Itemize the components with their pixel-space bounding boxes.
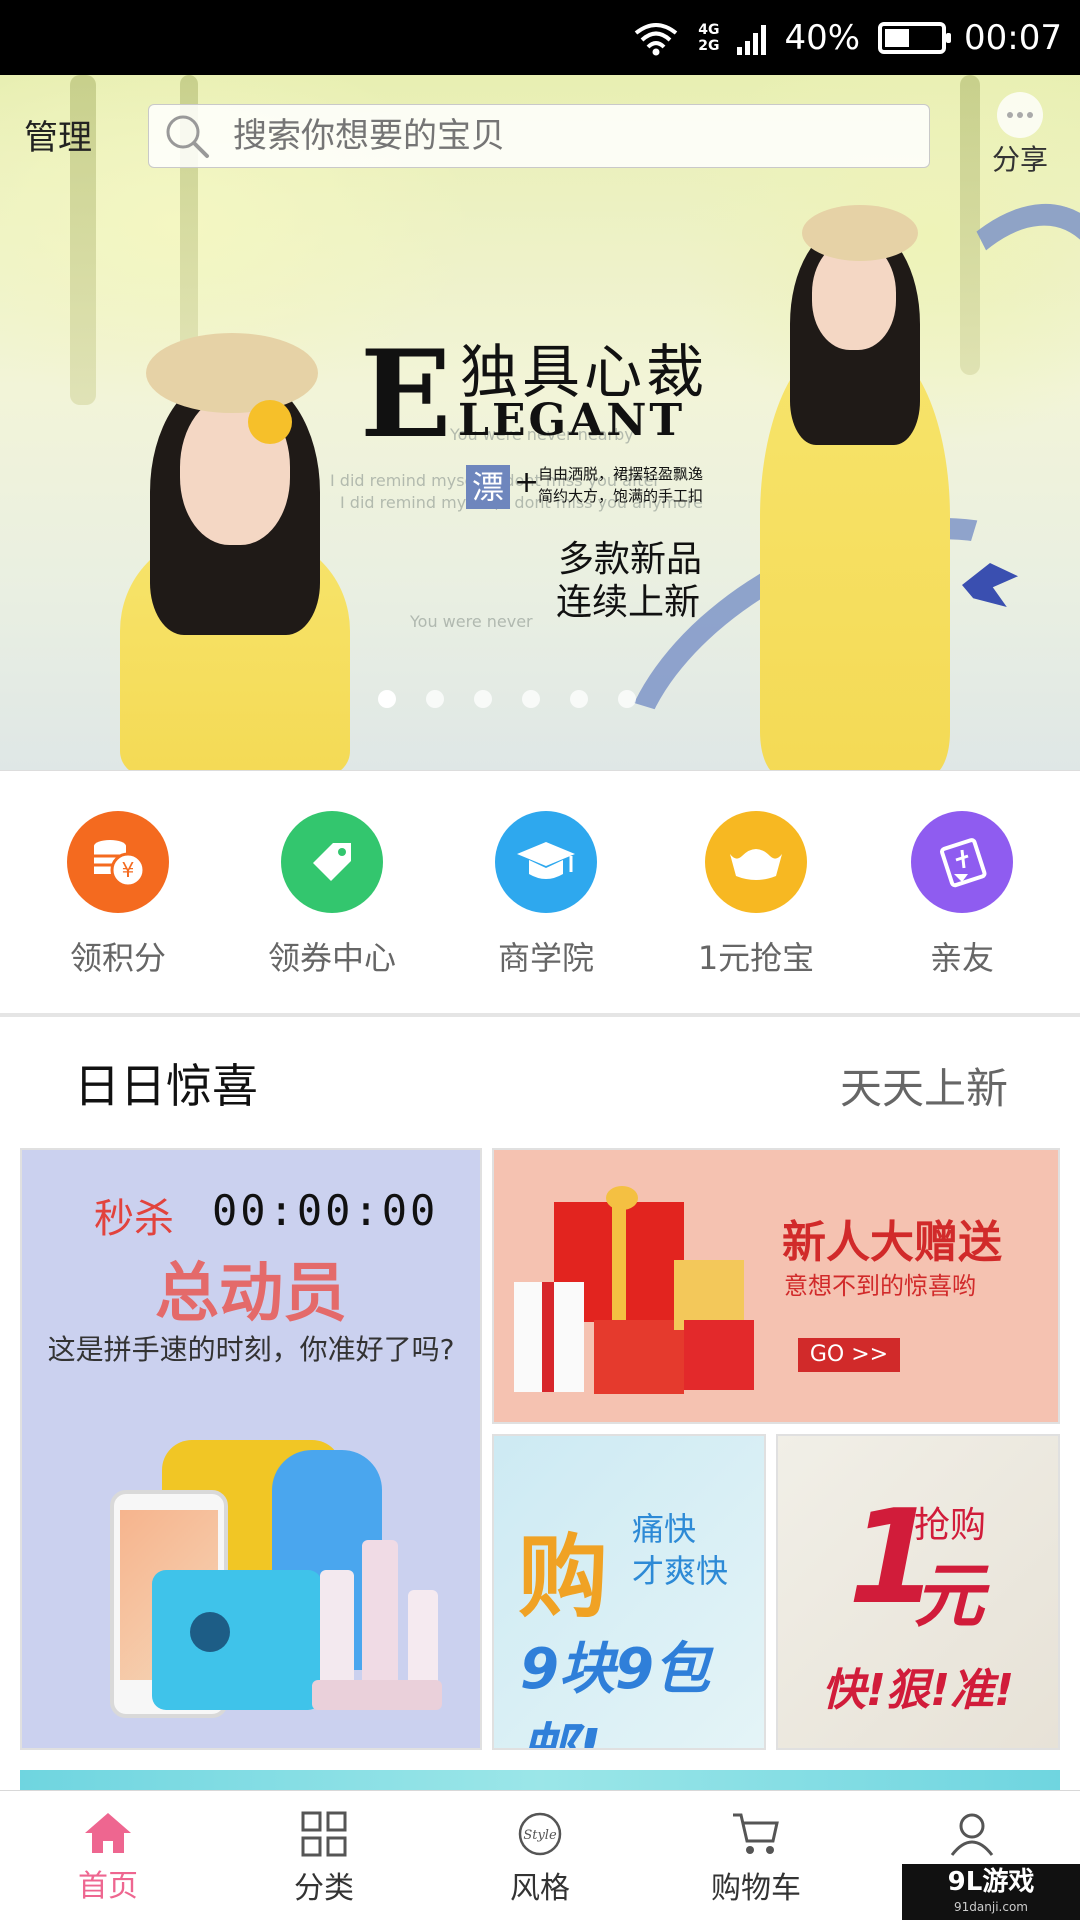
banner-plus: + — [514, 465, 540, 500]
manage-button[interactable]: 管理 — [24, 110, 92, 159]
new-user-gift-card[interactable]: 新人大赠送 意想不到的惊喜哟 GO >> — [492, 1148, 1060, 1424]
menu-item-points[interactable]: ¥ 领积分 — [18, 811, 218, 979]
banner-small-lines: 自由洒脱，裙摆轻盈飘逸 简约大方，饱满的手工扣 — [538, 463, 703, 507]
tab-cart[interactable]: 购物车 — [648, 1791, 864, 1921]
section-more-link[interactable]: 天天上新 — [840, 1055, 1008, 1116]
menu-item-academy[interactable]: 商学院 — [446, 811, 646, 979]
banner-small-line: 自由洒脱，裙摆轻盈飘逸 — [538, 465, 704, 483]
tab-label: 风格 — [510, 1871, 570, 1906]
share-label: 分享 — [991, 143, 1048, 176]
nine-nine-card[interactable]: 购 痛快 才爽快 9块9包邮! — [492, 1434, 766, 1750]
nine-nine-line: 痛快 — [632, 1510, 697, 1548]
cart-icon — [733, 1813, 779, 1854]
gift-title: 新人大赠送 — [782, 1217, 1002, 1268]
carousel-dot[interactable] — [618, 690, 636, 708]
one-yuan-card[interactable]: 1 抢购 元 快!狠!准! — [776, 1434, 1060, 1750]
flash-sale-description: 这是拼手速的时刻，你准好了吗? — [47, 1333, 455, 1366]
flash-sale-label: 秒杀 — [94, 1196, 174, 1242]
nine-nine-line: 才爽快 — [632, 1552, 729, 1590]
tab-label: 购物车 — [711, 1871, 801, 1906]
menu-item-label: 亲友 — [929, 939, 994, 977]
coins-yen-icon: ¥ — [67, 811, 169, 913]
banner-big-letter: E — [360, 324, 452, 465]
battery-percent: 40% — [784, 17, 861, 58]
banner-word: LEGANT — [458, 395, 686, 446]
carousel-dot[interactable] — [522, 690, 540, 708]
carousel-dot[interactable] — [570, 690, 588, 708]
tab-home[interactable]: 首页 — [0, 1791, 216, 1921]
search-bar[interactable] — [148, 104, 930, 168]
tab-label: 分类 — [294, 1871, 354, 1906]
home-icon — [85, 1813, 131, 1853]
carousel-dot[interactable] — [378, 690, 396, 708]
section-title: 日日惊喜 — [74, 1059, 258, 1113]
menu-item-label: 商学院 — [497, 939, 594, 977]
tab-style[interactable]: Style 风格 — [432, 1791, 648, 1921]
carousel-dot[interactable] — [426, 690, 444, 708]
svg-text:¥: ¥ — [122, 858, 135, 882]
tab-label: 首页 — [78, 1869, 138, 1904]
menu-item-label: 领券中心 — [267, 939, 396, 977]
status-bar: 4G 2G 40% 00:07 — [0, 0, 1080, 75]
search-icon — [166, 115, 209, 158]
share-button[interactable]: 分享 — [990, 92, 1050, 178]
gold-ingot-icon — [705, 811, 807, 913]
style-icon: Style — [518, 1812, 562, 1856]
search-input[interactable] — [233, 116, 883, 156]
quick-menu: ¥ 领积分 领券中心 商学院 1元抢宝 亲友 — [0, 770, 1080, 1015]
banner-small-line: 简约大方，饱满的手工扣 — [538, 487, 704, 505]
menu-item-one-yuan[interactable]: 1元抢宝 — [656, 811, 856, 979]
gift-subtitle: 意想不到的惊喜哟 — [784, 1272, 976, 1300]
grid-icon — [301, 1811, 347, 1857]
status-icons: 4G 2G 40% 00:07 — [632, 10, 1062, 65]
signal-icon — [737, 21, 767, 55]
menu-item-label: 领积分 — [69, 939, 166, 977]
flash-sale-card[interactable]: 秒杀 00:00:00 总动员 这是拼手速的时刻，你准好了吗? — [20, 1148, 482, 1750]
watermark-url: 91danji.com — [954, 1900, 1028, 1914]
tag-icon — [281, 811, 383, 913]
wifi-icon — [634, 22, 678, 55]
svg-text:Style: Style — [523, 1828, 557, 1843]
menu-item-label: 1元抢宝 — [697, 939, 815, 977]
go-button[interactable]: GO >> — [798, 1338, 900, 1372]
menu-item-friends[interactable]: 亲友 — [862, 811, 1062, 979]
banner-carousel[interactable]: You were never nearby I did remind mysel… — [0, 75, 1080, 770]
one-yuan-slogan: 快!狠!准! — [821, 1665, 1015, 1716]
carousel-indicator[interactable] — [378, 690, 636, 708]
section-divider — [0, 1013, 1080, 1017]
flash-sale-headline: 总动员 — [155, 1257, 347, 1331]
nine-nine-price: 9块9包邮! — [520, 1637, 710, 1748]
gift-card-icon — [911, 811, 1013, 913]
network-bottom: 2G — [698, 37, 720, 54]
flower-icon — [248, 400, 292, 444]
countdown-timer: 00:00:00 — [212, 1186, 439, 1235]
watermark-title: 9L游戏 — [947, 1867, 1035, 1897]
tab-category[interactable]: 分类 — [216, 1791, 432, 1921]
graduation-cap-icon — [495, 811, 597, 913]
network-type: 4G 2G — [698, 22, 719, 54]
carousel-dot[interactable] — [474, 690, 492, 708]
battery-icon — [878, 21, 952, 54]
site-watermark: 9L游戏 91danji.com — [902, 1864, 1080, 1920]
nine-nine-big-char: 购 — [518, 1525, 608, 1630]
menu-item-coupons[interactable]: 领券中心 — [232, 811, 432, 979]
network-top: 4G — [698, 21, 720, 38]
banner-faint-text: You were never — [410, 612, 533, 631]
user-icon — [950, 1813, 994, 1856]
banner-tag: 漂 — [466, 465, 510, 509]
more-icon — [997, 92, 1043, 138]
clock: 00:07 — [964, 17, 1062, 58]
one-yuan-unit: 元 — [914, 1555, 984, 1637]
banner-headline: 连续上新 — [556, 582, 701, 623]
